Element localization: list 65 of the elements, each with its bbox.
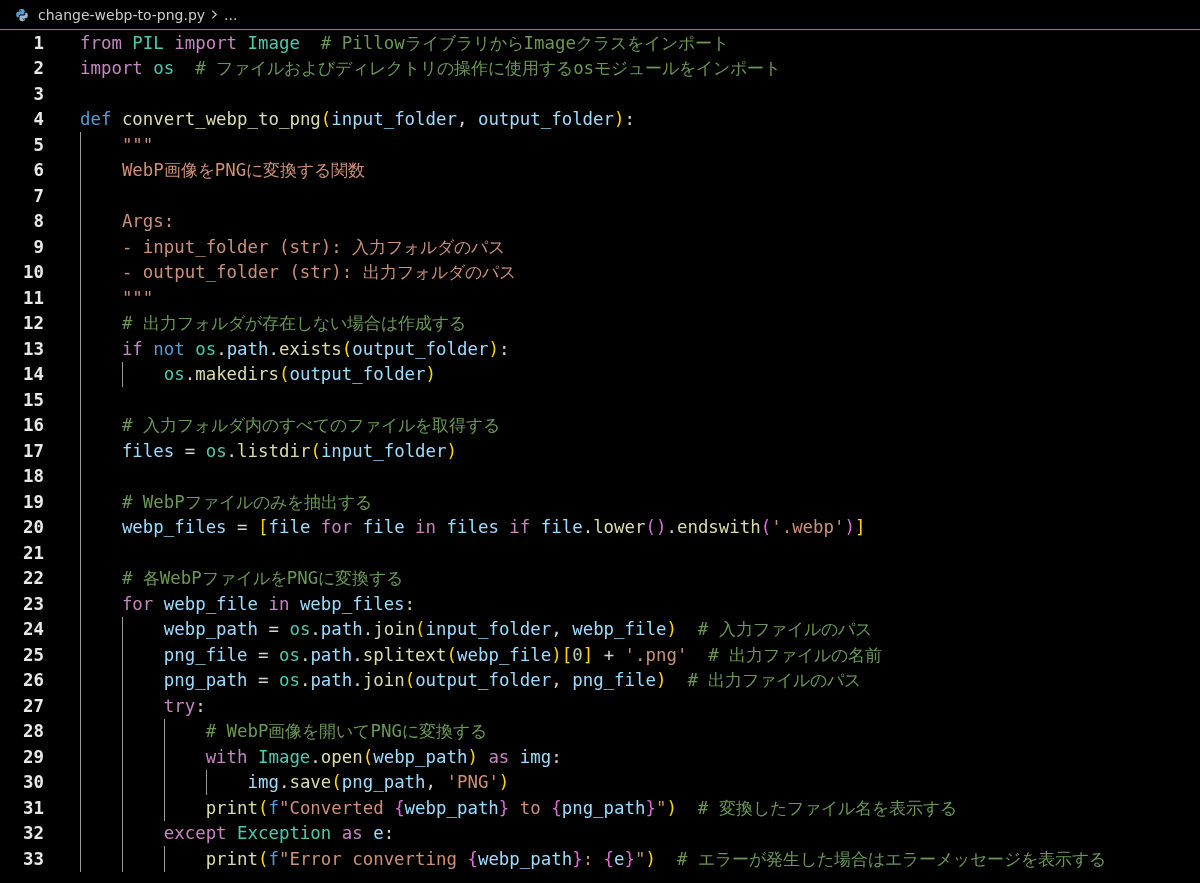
- line-number: 13: [22, 338, 44, 359]
- line-number: 22: [22, 568, 44, 589]
- file-name-breadcrumb[interactable]: change-webp-to-png.py: [38, 6, 206, 23]
- line-number: 20: [22, 517, 44, 538]
- code-line: # 出力フォルダが存在しない場合は作成する: [121, 312, 466, 336]
- line-number: 3: [32, 83, 44, 104]
- code-line: - input_folder (str): 入力フォルダのパス: [121, 235, 506, 259]
- code-line: WebP画像をPNGに変換する関数: [121, 159, 366, 183]
- line-number: 5: [32, 134, 44, 155]
- python-file-icon: [15, 7, 29, 22]
- line-number: 23: [22, 593, 44, 614]
- line-number: 12: [22, 313, 44, 334]
- code-line: for webp_file in webp_files:: [121, 593, 416, 614]
- line-number: 7: [32, 185, 44, 206]
- code-line: webp_path = os.path.join(input_folder, webp_file) # 入力ファイルのパス: [163, 618, 872, 642]
- line-number: 30: [22, 772, 44, 793]
- line-number: 25: [22, 644, 44, 665]
- line-number: 18: [22, 466, 44, 487]
- line-number: 29: [22, 746, 44, 767]
- line-number: 15: [22, 389, 44, 410]
- code-line: # 入力フォルダ内のすべてのファイルを取得する: [121, 414, 500, 438]
- breadcrumb-ellipsis[interactable]: ...: [224, 6, 238, 23]
- line-number: 26: [22, 670, 44, 691]
- code-line: print(f"Error converting {webp_path}: {e}") # エラーが発生した場合はエラーメッセージを表示する: [205, 847, 1106, 871]
- line-number: 28: [22, 721, 44, 742]
- code-line: img.save(png_path, 'PNG'): [247, 772, 510, 793]
- line-number: 31: [22, 797, 44, 818]
- line-number: 33: [22, 848, 44, 869]
- code-line: - output_folder (str): 出力フォルダのパス: [121, 261, 516, 285]
- code-line: if not os.path.exists(output_folder):: [121, 338, 510, 359]
- code-line: os.makedirs(output_folder): [163, 364, 437, 385]
- code-line: # WebPファイルのみを抽出する: [121, 490, 372, 514]
- line-number: 4: [32, 109, 44, 130]
- code-line: files = os.listdir(input_folder): [121, 440, 457, 461]
- line-number: 2: [32, 58, 44, 79]
- line-number: 10: [22, 262, 44, 283]
- code-line: png_file = os.path.splitext(webp_file)[0] + '.png' # 出力ファイルの名前: [163, 643, 883, 667]
- code-line: # WebP画像を開いてPNGに変換する: [205, 720, 487, 744]
- line-number: 24: [22, 619, 44, 640]
- code-line: print(f"Converted {webp_path} to {png_path}") # 変換したファイル名を表示する: [205, 796, 957, 820]
- code-line: with Image.open(webp_path) as img:: [205, 746, 562, 767]
- line-number: 21: [22, 542, 44, 563]
- chevron-right-icon: [211, 9, 219, 20]
- line-number: 1: [32, 32, 44, 53]
- line-number: 19: [22, 491, 44, 512]
- code-line: # 各WebPファイルをPNGに変換する: [121, 567, 404, 591]
- line-number: 32: [22, 823, 44, 844]
- code-line: try:: [163, 695, 206, 716]
- code-line: """: [121, 134, 154, 155]
- code-line: def convert_webp_to_png(input_folder, output_folder):: [80, 109, 635, 130]
- line-number: 14: [22, 364, 44, 385]
- line-number: 11: [22, 287, 44, 308]
- line-number: 6: [32, 160, 44, 181]
- code-line: import os # ファイルおよびディレクトリの操作に使用するosモジュールをインポート: [80, 57, 782, 81]
- code-line: webp_files = [file for file in files if file.lower().endswith('.webp')]: [121, 517, 866, 538]
- code-line: except Exception as e:: [163, 823, 395, 844]
- code-line: """: [121, 287, 154, 308]
- code-line: from PIL import Image # PillowライブラリからImageクラスをインポート: [80, 31, 729, 55]
- code-line: Args:: [121, 211, 175, 232]
- code-line: png_path = os.path.join(output_folder, png_file) # 出力ファイルのパス: [163, 669, 862, 693]
- line-number: 16: [22, 415, 44, 436]
- line-number: 9: [32, 236, 44, 257]
- line-number: 27: [22, 695, 44, 716]
- line-number: 8: [32, 211, 44, 232]
- line-number: 17: [22, 440, 44, 461]
